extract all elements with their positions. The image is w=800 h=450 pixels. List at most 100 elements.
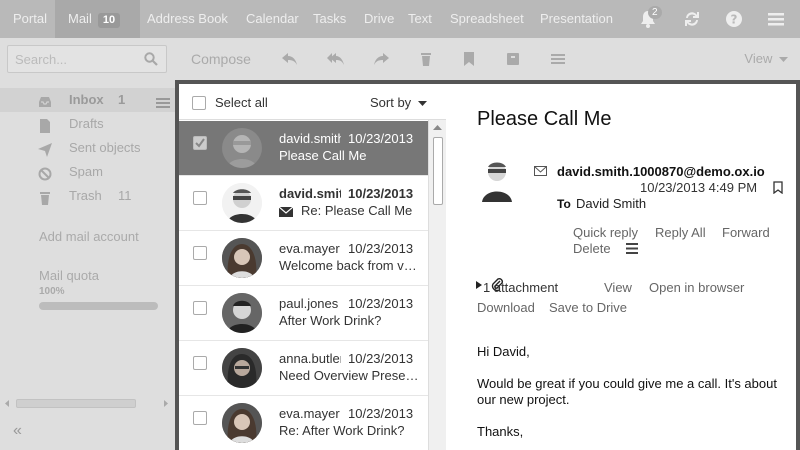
- mail-list-item[interactable]: david.smith.1000870 10/23/2013 Re: Pleas…: [179, 176, 428, 231]
- select-all-checkbox[interactable]: [192, 96, 206, 110]
- folder-drafts[interactable]: Drafts: [0, 112, 175, 136]
- app-mail[interactable]: Mail 10: [55, 0, 140, 38]
- mail-from: paul.jones: [279, 296, 339, 311]
- app-spreadsheet[interactable]: Spreadsheet: [450, 0, 524, 38]
- more-icon[interactable]: [549, 50, 567, 68]
- top-bar: Portal Mail 10 Address Book Calendar Task…: [0, 0, 800, 38]
- envelope-icon: [279, 207, 293, 217]
- save-to-drive-link[interactable]: Save to Drive: [549, 300, 627, 315]
- mail-subject: After Work Drink?: [279, 313, 382, 328]
- avatar: [222, 183, 262, 223]
- avatar: [222, 128, 262, 168]
- mail-checkbox[interactable]: [193, 356, 207, 370]
- ban-icon: [38, 165, 52, 181]
- envelope-icon: [534, 166, 547, 176]
- mail-from: eva.mayer: [279, 241, 340, 256]
- scroll-up-icon[interactable]: [433, 124, 442, 131]
- mail-from: anna.butler: [279, 351, 341, 366]
- recipient-name[interactable]: David Smith: [576, 196, 646, 211]
- unread-badge: 10: [97, 13, 121, 28]
- inbox-icon: [38, 93, 52, 107]
- search-input[interactable]: Search...: [7, 45, 167, 73]
- app-portal[interactable]: Portal: [13, 0, 47, 38]
- folder-inbox[interactable]: Inbox 1: [0, 88, 175, 112]
- mail-quota-label: Mail quota: [39, 268, 99, 283]
- send-icon: [38, 141, 52, 157]
- view-attachment-link[interactable]: View: [604, 280, 632, 295]
- mail-list-scrollbar[interactable]: [428, 120, 446, 450]
- file-icon: [38, 117, 52, 133]
- expand-attachments-icon[interactable]: [476, 281, 482, 289]
- mail-date: 10/23/2013: [348, 186, 414, 201]
- app-calendar[interactable]: Calendar: [246, 0, 299, 38]
- mail-date: 10/23/2013: [348, 241, 414, 256]
- scroll-left-icon[interactable]: [3, 399, 11, 408]
- mail-quota-bar: [39, 302, 158, 310]
- scrollbar-thumb[interactable]: [433, 137, 443, 205]
- mail-date: 10/23/2013: [348, 131, 414, 146]
- mail-checkbox[interactable]: [193, 411, 207, 425]
- reply-icon[interactable]: [281, 50, 299, 68]
- trash-icon: [38, 189, 52, 205]
- mail-list-item[interactable]: eva.mayer 10/23/2013 Re: After Work Drin…: [179, 396, 428, 450]
- mail-toolbar: Compose View: [175, 38, 800, 80]
- mail-list-item[interactable]: eva.mayer 10/23/2013 Welcome back from v…: [179, 231, 428, 286]
- sort-by-dropdown[interactable]: Sort by: [370, 95, 427, 110]
- mail-date: 10/23/2013: [348, 351, 414, 366]
- mail-list-item[interactable]: anna.butler 10/23/2013 Need Overview Pre…: [179, 341, 428, 396]
- mail-panel: Select all Sort by david.smith.1000870 1…: [175, 80, 800, 450]
- archive-icon[interactable]: [504, 50, 522, 68]
- app-address-book[interactable]: Address Book: [147, 0, 228, 38]
- delete-link[interactable]: Delete: [573, 241, 611, 256]
- app-text[interactable]: Text: [408, 0, 432, 38]
- scrollbar-thumb[interactable]: [16, 399, 136, 408]
- mail-date: 10/23/2013: [348, 296, 414, 311]
- quick-reply-link[interactable]: Quick reply: [573, 225, 638, 240]
- open-in-browser-link[interactable]: Open in browser: [649, 280, 744, 295]
- folder-spam[interactable]: Spam: [0, 160, 175, 184]
- compose-button[interactable]: Compose: [191, 51, 251, 67]
- attachment-count[interactable]: 1 attachment: [483, 280, 558, 295]
- mail-subject: Re: Please Call Me: [301, 203, 413, 218]
- mail-checkbox[interactable]: [193, 136, 207, 150]
- mail-checkbox[interactable]: [193, 191, 207, 205]
- search-icon[interactable]: [144, 52, 158, 69]
- mail-list-item[interactable]: paul.jones 10/23/2013 After Work Drink?: [179, 286, 428, 341]
- sidebar-horizontal-scrollbar[interactable]: [0, 396, 175, 410]
- delete-icon[interactable]: [417, 50, 435, 68]
- bookmark-icon[interactable]: [460, 50, 478, 68]
- chevron-down-icon: [417, 100, 427, 106]
- sender-address[interactable]: david.smith.1000870@demo.ox.io: [557, 164, 765, 179]
- view-dropdown[interactable]: View: [744, 51, 788, 66]
- reply-all-icon[interactable]: [327, 50, 345, 68]
- more-actions-icon[interactable]: [626, 243, 638, 254]
- forward-link[interactable]: Forward: [722, 225, 770, 240]
- reply-all-link[interactable]: Reply All: [655, 225, 706, 240]
- scroll-right-icon[interactable]: [162, 399, 170, 408]
- app-drive[interactable]: Drive: [364, 0, 394, 38]
- collapse-sidebar-icon[interactable]: «: [13, 422, 22, 440]
- mail-list-item[interactable]: david.smith.1000870 10/23/2013 Please Ca…: [179, 121, 428, 176]
- chevron-down-icon: [779, 56, 788, 62]
- app-tasks[interactable]: Tasks: [313, 0, 346, 38]
- mail-from: eva.mayer: [279, 406, 340, 421]
- body-paragraph: Would be great if you could give me a ca…: [477, 376, 777, 407]
- add-mail-account-link[interactable]: Add mail account: [39, 229, 139, 244]
- notification-count: 2: [648, 6, 662, 19]
- help-icon[interactable]: ?: [722, 0, 746, 38]
- app-presentation[interactable]: Presentation: [540, 0, 613, 38]
- refresh-icon[interactable]: [680, 0, 704, 38]
- mail-detail: Please Call Me david.smith.1000870@demo.…: [446, 84, 796, 450]
- select-all-label[interactable]: Select all: [215, 95, 268, 110]
- folder-trash[interactable]: Trash 11: [0, 184, 175, 208]
- folder-sent[interactable]: Sent objects: [0, 136, 175, 160]
- download-link[interactable]: Download: [477, 300, 535, 315]
- folder-sidebar: Search... Inbox 1 Drafts Sent objects Sp…: [0, 38, 175, 450]
- mail-checkbox[interactable]: [193, 301, 207, 315]
- bookmark-icon[interactable]: [773, 181, 783, 194]
- mail-checkbox[interactable]: [193, 246, 207, 260]
- body-paragraph: Hi David,: [477, 344, 530, 359]
- forward-icon[interactable]: [372, 50, 390, 68]
- mail-list: Select all Sort by david.smith.1000870 1…: [179, 84, 446, 450]
- menu-icon[interactable]: [764, 0, 788, 38]
